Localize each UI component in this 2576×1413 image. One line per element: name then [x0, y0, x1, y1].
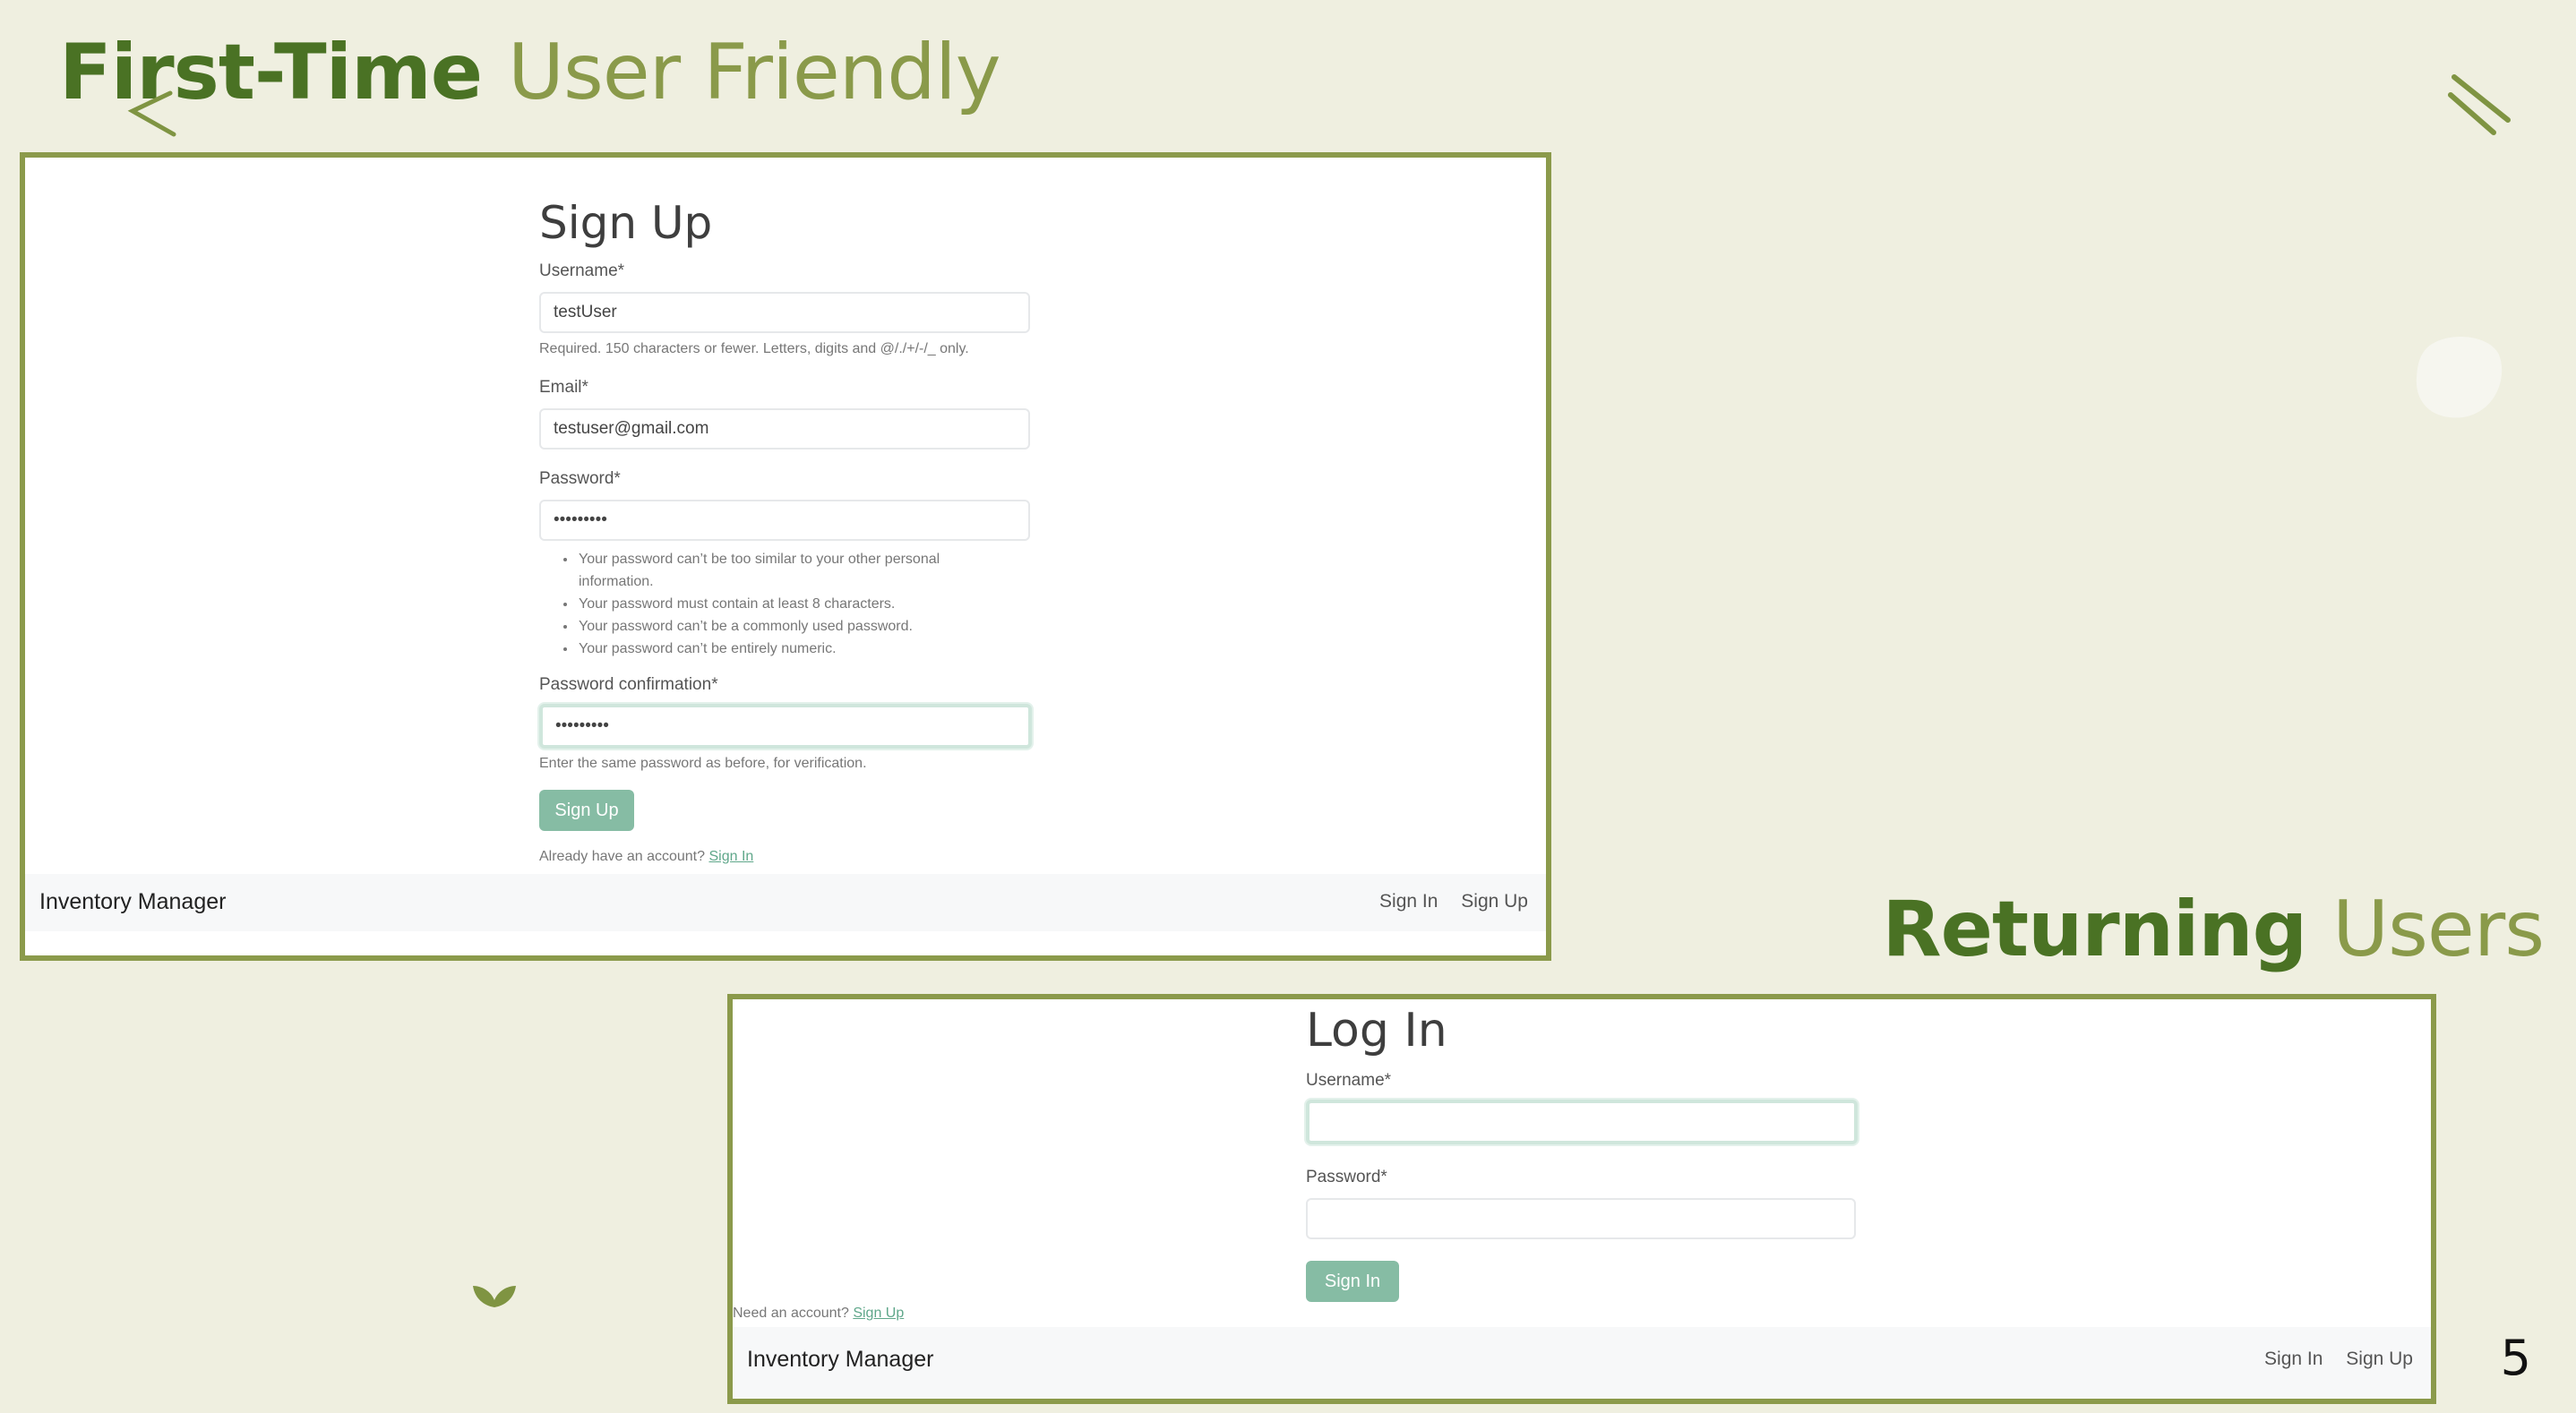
navbar-links: Sign In Sign Up: [1361, 891, 1528, 912]
password-rule: Your password can’t be entirely numeric.: [577, 638, 998, 660]
login-username-input[interactable]: [1306, 1100, 1858, 1144]
signup-password-label: Password*: [539, 469, 621, 488]
signup-confirm-help: Enter the same password as before, for v…: [539, 756, 867, 771]
nav-link-signup[interactable]: Sign Up: [1461, 891, 1528, 912]
password-rule: Your password can’t be too similar to yo…: [577, 548, 998, 593]
nav-link-signin[interactable]: Sign In: [2264, 1349, 2323, 1369]
decor-blob-icon: [2416, 337, 2503, 418]
login-submit-button[interactable]: Sign In: [1306, 1261, 1399, 1302]
returning-title-light: Users: [2332, 885, 2545, 974]
login-account-text: Need an account?: [733, 1306, 849, 1321]
decor-lines-icon: [2448, 74, 2511, 135]
login-account-prompt: Need an account? Sign Up: [733, 1306, 904, 1322]
navbar-links: Sign In Sign Up: [2246, 1349, 2413, 1370]
login-navbar: Inventory Manager Sign In Sign Up: [733, 1327, 2431, 1399]
slide-title: First-Time User Friendly: [59, 34, 1001, 111]
nav-link-signin[interactable]: Sign In: [1379, 891, 1438, 912]
signup-password-input[interactable]: [539, 500, 1030, 541]
signup-navbar: Inventory Manager Sign In Sign Up: [25, 874, 1546, 931]
nav-link-signup[interactable]: Sign Up: [2346, 1349, 2413, 1369]
slide-title-strong: First-Time: [59, 28, 483, 117]
decor-squiggle-icon: [127, 90, 176, 137]
navbar-brand[interactable]: Inventory Manager: [747, 1347, 933, 1373]
login-screenshot: Log In Username* Password* Sign In Need …: [727, 994, 2436, 1404]
signup-submit-button[interactable]: Sign Up: [539, 790, 634, 831]
signup-account-text: Already have an account?: [539, 849, 706, 864]
signup-username-help: Required. 150 characters or fewer. Lette…: [539, 341, 969, 356]
signup-signin-link[interactable]: Sign In: [708, 849, 753, 864]
signup-screenshot: Sign Up Username* Required. 150 characte…: [20, 152, 1551, 961]
login-password-input[interactable]: [1306, 1198, 1856, 1239]
signup-password-rules: Your password can’t be too similar to yo…: [545, 548, 998, 660]
slide-title-light: User Friendly: [508, 28, 1001, 117]
login-title: Log In: [1306, 1004, 1447, 1058]
signup-username-input[interactable]: [539, 292, 1030, 333]
signup-title: Sign Up: [539, 197, 713, 249]
password-rule: Your password can’t be a commonly used p…: [577, 615, 998, 638]
navbar-brand[interactable]: Inventory Manager: [39, 889, 226, 915]
page-number: 5: [2500, 1330, 2531, 1386]
login-password-label: Password*: [1306, 1168, 1387, 1186]
signup-confirm-label: Password confirmation*: [539, 675, 718, 694]
decor-leaf-icon: [473, 1286, 516, 1307]
signup-account-prompt: Already have an account? Sign In: [539, 849, 753, 865]
login-signup-link[interactable]: Sign Up: [853, 1306, 904, 1321]
login-username-label: Username*: [1306, 1071, 1392, 1090]
signup-confirm-input[interactable]: [539, 704, 1032, 749]
returning-title: Returning Users: [1882, 891, 2545, 968]
signup-email-label: Email*: [539, 378, 588, 397]
signup-email-input[interactable]: [539, 408, 1030, 450]
returning-title-strong: Returning: [1882, 885, 2307, 974]
signup-username-label: Username*: [539, 261, 625, 280]
password-rule: Your password must contain at least 8 ch…: [577, 593, 998, 615]
